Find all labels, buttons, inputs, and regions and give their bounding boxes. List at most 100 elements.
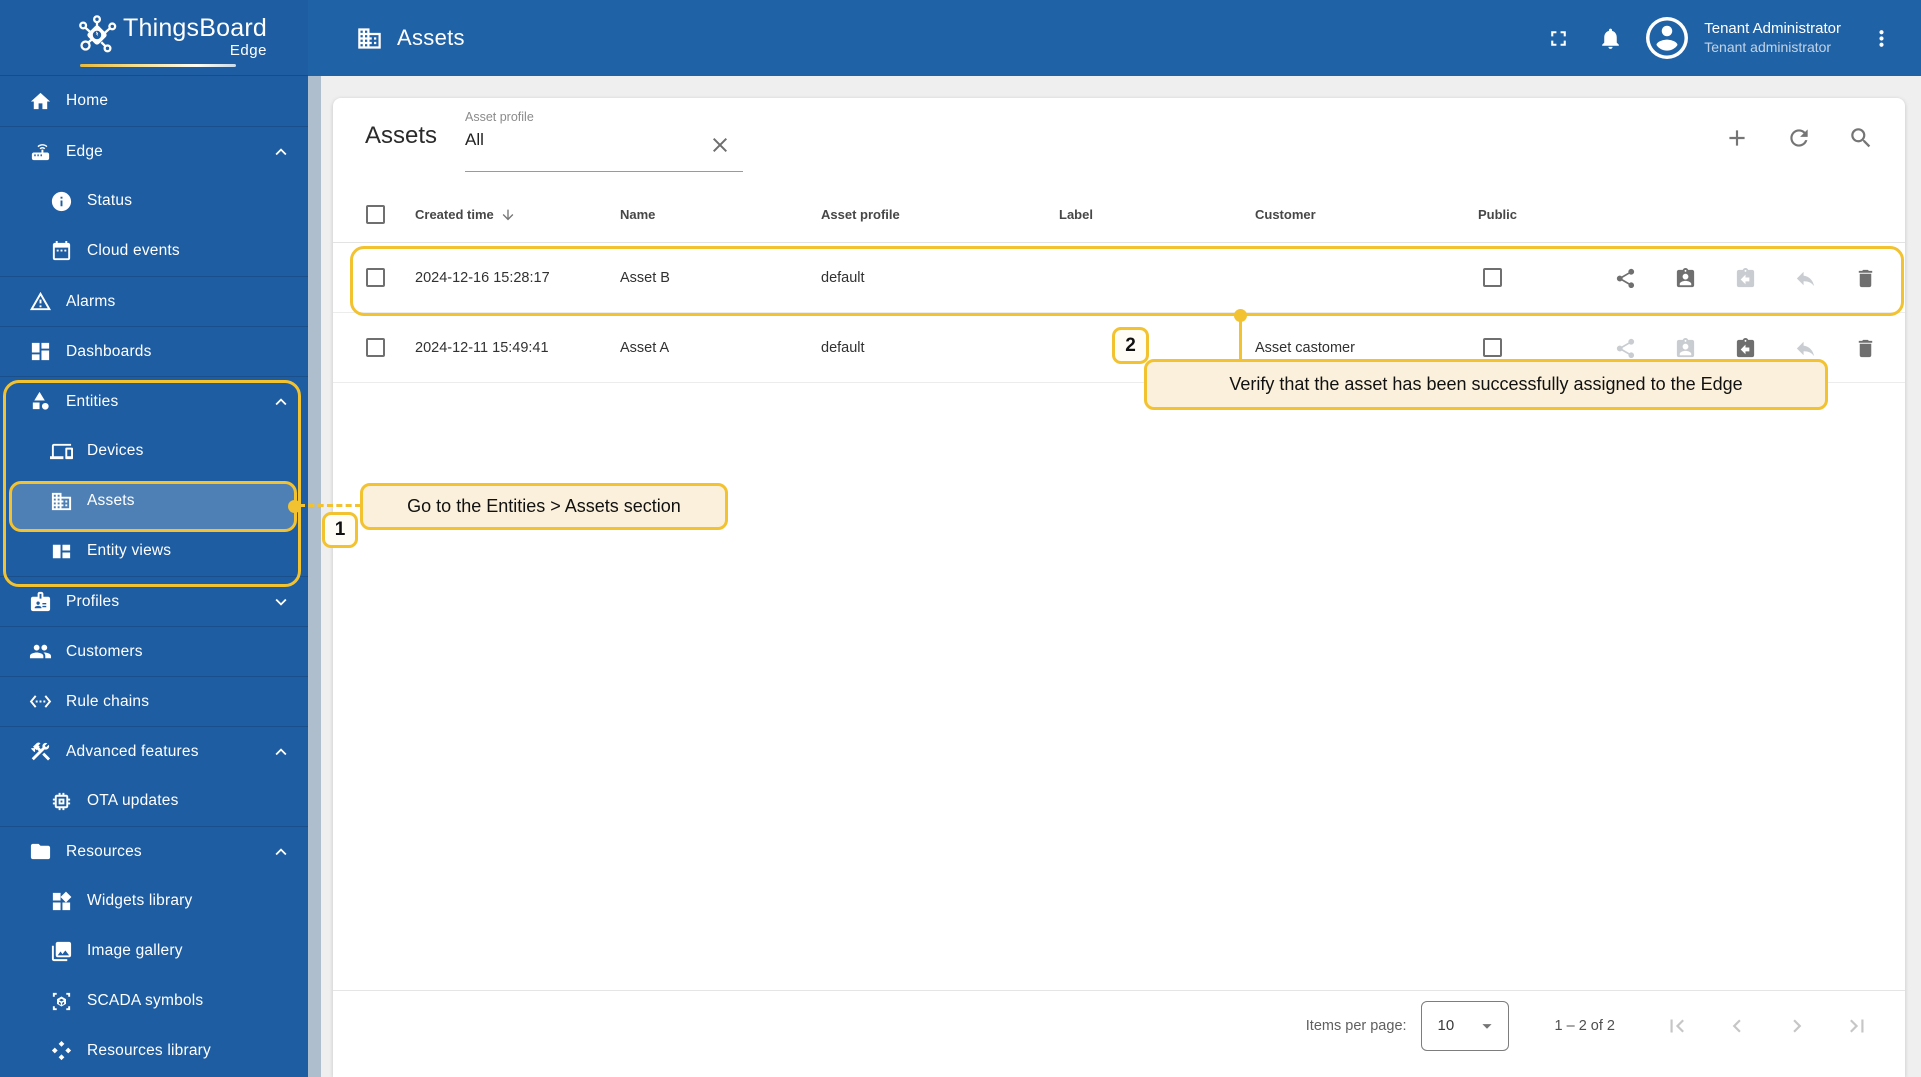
assign-to-customer-button[interactable] — [1665, 258, 1705, 298]
column-header-public[interactable]: Public — [1478, 186, 1517, 243]
entities-icon — [29, 390, 52, 413]
items-per-page-label: Items per page: — [1305, 1017, 1407, 1034]
unassign-from-edge-button[interactable] — [1785, 328, 1825, 368]
sidebar-item-scada-symbols[interactable]: SCADA symbols — [0, 976, 308, 1026]
logo-title: ThingsBoard — [123, 14, 267, 42]
items-per-page-select[interactable]: 10 — [1420, 1000, 1509, 1051]
refresh-button[interactable] — [1777, 116, 1821, 160]
resources-library-icon — [50, 1040, 73, 1063]
sidebar-item-devices[interactable]: Devices — [0, 426, 308, 476]
edge-icon — [29, 140, 52, 163]
sidebar-item-edge[interactable]: Edge — [0, 126, 308, 176]
next-page-button[interactable] — [1777, 1006, 1817, 1046]
first-page-button[interactable] — [1657, 1006, 1697, 1046]
sidebar-item-label: Widgets library — [87, 892, 193, 909]
previous-page-button[interactable] — [1717, 1006, 1757, 1046]
logo[interactable]: ThingsBoard Edge — [0, 0, 308, 76]
sidebar-item-label: Entities — [66, 392, 119, 410]
assets-table-card: Assets Asset profile All Created time Nam… — [333, 98, 1905, 1077]
customers-icon — [29, 640, 52, 663]
sidebar-item-advanced-features[interactable]: Advanced features — [0, 726, 308, 776]
cell-created-time: 2024-12-16 15:28:17 — [415, 270, 550, 286]
sidebar-item-customers[interactable]: Customers — [0, 626, 308, 676]
sidebar-item-home[interactable]: Home — [0, 76, 308, 126]
sidebar-item-label: Status — [87, 192, 133, 209]
asset-profile-filter[interactable]: Asset profile All — [465, 110, 743, 172]
sidebar-item-cloud-events[interactable]: Cloud events — [0, 226, 308, 276]
notifications-button[interactable] — [1588, 16, 1632, 60]
column-header-customer[interactable]: Customer — [1255, 186, 1316, 243]
sidebar-scrollbar[interactable] — [308, 76, 321, 1077]
share-button[interactable] — [1605, 258, 1645, 298]
user-role: Tenant administrator — [1704, 38, 1832, 55]
public-checkbox[interactable] — [1483, 338, 1502, 357]
cell-name: Asset B — [620, 270, 670, 286]
sidebar-item-image-gallery[interactable]: Image gallery — [0, 926, 308, 976]
sidebar-item-entity-views[interactable]: Entity views — [0, 526, 308, 576]
rule-chains-icon — [29, 690, 52, 713]
last-page-button[interactable] — [1837, 1006, 1877, 1046]
sidebar-item-widgets-library[interactable]: Widgets library — [0, 876, 308, 926]
chevron-up-icon[interactable] — [270, 841, 292, 863]
column-header-label[interactable]: Label — [1059, 186, 1093, 243]
home-icon — [29, 90, 52, 113]
sidebar-item-label: Image gallery — [87, 942, 183, 959]
avatar[interactable] — [1646, 17, 1689, 59]
page-title-block: Assets — [356, 0, 465, 76]
column-header-created-time[interactable]: Created time — [415, 186, 516, 243]
clear-filter-button[interactable] — [705, 130, 735, 160]
table-toolbar: Assets Asset profile All — [333, 98, 1905, 186]
row-checkbox[interactable] — [366, 338, 385, 357]
table-row[interactable]: 2024-12-11 15:49:41 Asset A default Asset c… — [333, 313, 1905, 383]
assign-to-customer-button[interactable] — [1665, 328, 1705, 368]
devices-icon — [50, 440, 73, 463]
sidebar-item-resources-library[interactable]: Resources library — [0, 1026, 308, 1076]
chevron-up-icon[interactable] — [270, 141, 292, 163]
more-menu-button[interactable] — [1859, 16, 1903, 60]
unassign-from-customer-button[interactable] — [1725, 328, 1765, 368]
sidebar-item-rule-chains[interactable]: Rule chains — [0, 676, 308, 726]
sidebar-item-label: Alarms — [66, 292, 116, 310]
sidebar-item-assets[interactable]: Assets — [0, 476, 308, 526]
sidebar-item-resources[interactable]: Resources — [0, 826, 308, 876]
chevron-up-icon[interactable] — [270, 741, 292, 763]
column-header-label: Name — [620, 207, 656, 222]
sidebar-item-dashboards[interactable]: Dashboards — [0, 326, 308, 376]
row-checkbox[interactable] — [366, 268, 385, 287]
public-checkbox[interactable] — [1483, 268, 1502, 287]
search-button[interactable] — [1839, 116, 1883, 160]
sidebar-item-label: Dashboards — [66, 342, 152, 360]
add-asset-button[interactable] — [1715, 116, 1759, 160]
delete-button[interactable] — [1845, 328, 1885, 368]
cell-asset-profile: default — [821, 270, 865, 286]
table-title: Assets — [365, 122, 438, 149]
sidebar-item-label: Home — [66, 92, 109, 109]
column-header-asset-profile[interactable]: Asset profile — [821, 186, 900, 243]
column-header-label: Created time — [415, 207, 494, 222]
chevron-up-icon[interactable] — [270, 391, 292, 413]
share-button[interactable] — [1605, 328, 1645, 368]
cell-asset-profile: default — [821, 340, 865, 356]
unassign-from-customer-button[interactable] — [1725, 258, 1765, 298]
user-block[interactable]: Tenant Administrator Tenant administrato… — [1704, 20, 1841, 56]
sidebar-item-profiles[interactable]: Profiles — [0, 576, 308, 626]
table-row[interactable]: 2024-12-16 15:28:17 Asset B default — [333, 243, 1905, 313]
sidebar-menu: Home Edge Status Cloud events Alarms Dashboar… — [0, 76, 308, 1076]
table-body: 2024-12-16 15:28:17 Asset Bdefault 2024-12… — [333, 243, 1905, 383]
sidebar-item-status[interactable]: Status — [0, 176, 308, 226]
fullscreen-button[interactable] — [1536, 16, 1580, 60]
assets-icon — [50, 490, 73, 513]
sidebar-item-ota-updates[interactable]: OTA updates — [0, 776, 308, 826]
chevron-down-icon[interactable] — [270, 591, 292, 613]
sidebar-item-alarms[interactable]: Alarms — [0, 276, 308, 326]
delete-button[interactable] — [1845, 258, 1885, 298]
select-all-checkbox[interactable] — [366, 205, 385, 224]
advanced-features-icon — [29, 740, 52, 763]
thingsboard-logo-icon — [76, 14, 118, 59]
caret-down-icon — [1476, 1015, 1498, 1037]
sidebar-item-label: Customers — [66, 642, 143, 660]
sidebar-item-entities[interactable]: Entities — [0, 376, 308, 426]
unassign-from-edge-button[interactable] — [1785, 258, 1825, 298]
alarms-icon — [29, 290, 52, 313]
column-header-name[interactable]: Name — [620, 186, 655, 243]
